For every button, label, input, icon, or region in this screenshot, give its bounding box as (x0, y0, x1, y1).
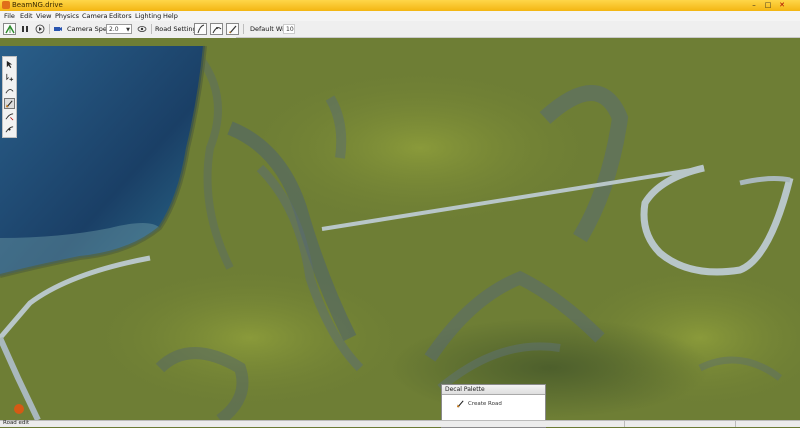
pause-icon (21, 26, 28, 32)
create-road-tool-button[interactable] (4, 98, 15, 109)
menu-help[interactable]: Help (163, 12, 178, 20)
play-icon (35, 24, 44, 34)
road-brush-icon (228, 25, 236, 34)
road-tools-panel (2, 56, 17, 138)
edit-mode-button[interactable] (3, 23, 16, 35)
select-tool-button[interactable] (4, 59, 15, 70)
menu-edit[interactable]: Edit (20, 12, 33, 20)
maximize-button[interactable]: □ (762, 1, 774, 9)
menu-physics[interactable]: Physics (55, 12, 79, 20)
terrain-view[interactable] (0, 38, 800, 420)
pause-button[interactable] (18, 23, 31, 35)
road-curve-icon (212, 27, 221, 34)
road-tool-3-button[interactable] (226, 23, 239, 35)
editor-viewport[interactable] (0, 38, 800, 420)
camera-speed-button[interactable] (51, 23, 64, 35)
move-node-icon (5, 126, 14, 133)
add-node-icon (6, 73, 14, 82)
menu-lighting[interactable]: Lighting (135, 12, 161, 20)
road-create-icon (5, 100, 13, 108)
menu-camera[interactable]: Camera (82, 12, 108, 20)
menu-file[interactable]: File (4, 12, 15, 20)
road-create-icon (456, 400, 464, 408)
status-cell-2 (735, 421, 800, 427)
road-tool-2-button[interactable] (210, 23, 223, 35)
chevron-down-icon: ▼ (126, 27, 130, 33)
close-button[interactable]: ✕ (776, 1, 788, 9)
title-bar: BeamNG.drive – □ ✕ (0, 0, 800, 11)
insert-node-icon (5, 89, 14, 94)
create-road-label: Create Road (468, 400, 502, 407)
menu-editors[interactable]: Editors (109, 12, 132, 20)
default-width-field[interactable]: 10 (283, 24, 295, 34)
move-node-tool-button[interactable] (4, 124, 15, 135)
status-cell-1 (624, 421, 735, 427)
eye-icon (137, 26, 146, 32)
arrow-cursor-icon (6, 60, 13, 69)
minimize-button[interactable]: – (748, 1, 760, 9)
camera-speed-select[interactable]: 2.0 ▼ (106, 24, 132, 34)
add-node-tool-button[interactable] (4, 72, 15, 83)
main-toolbar: Camera Speed 2.0 ▼ Road Settings Default … (0, 21, 800, 38)
menu-view[interactable]: View (36, 12, 51, 20)
play-button[interactable] (33, 23, 46, 35)
road-edit-icon (4, 24, 15, 34)
window-title: BeamNG.drive (12, 1, 63, 9)
insert-node-tool-button[interactable] (4, 85, 15, 96)
engine-logo-icon (14, 404, 24, 414)
road-node-icon (197, 24, 204, 34)
remove-node-icon (5, 113, 14, 121)
camera-speed-icon (53, 27, 62, 31)
palette-title: Decal Palette (442, 385, 545, 395)
status-text: Road edit (3, 420, 30, 426)
camera-view-button[interactable] (135, 23, 148, 35)
app-icon (2, 1, 10, 9)
create-road-palette-item[interactable]: Create Road (456, 399, 502, 408)
road-tool-1-button[interactable] (194, 23, 207, 35)
remove-node-tool-button[interactable] (4, 111, 15, 122)
